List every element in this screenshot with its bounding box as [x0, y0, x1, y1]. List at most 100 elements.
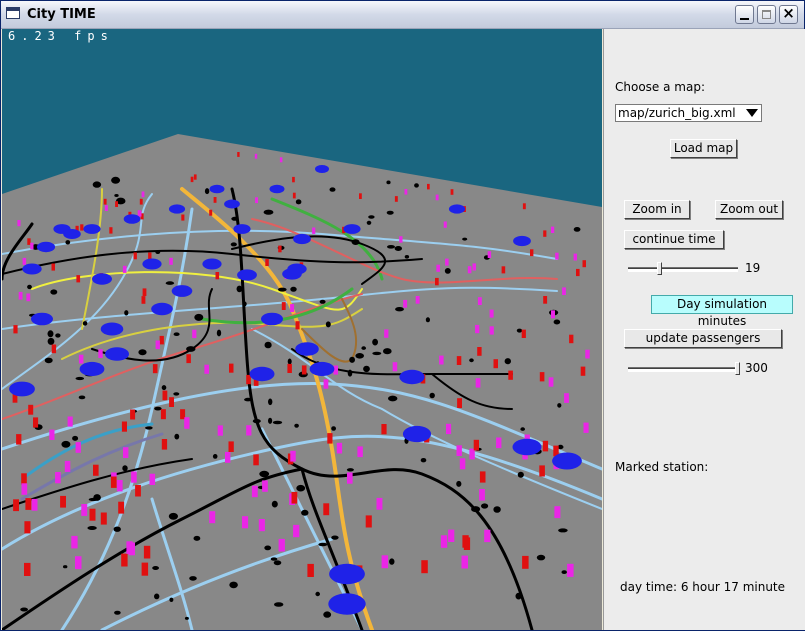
station-dot — [268, 417, 273, 424]
station-dot — [462, 237, 468, 241]
passenger-figure — [551, 310, 555, 319]
passenger-figure — [24, 521, 31, 534]
passenger-figure — [576, 268, 580, 277]
station-dot — [573, 227, 581, 232]
passenger-figure — [477, 297, 482, 305]
passenger-figure — [301, 365, 307, 375]
passenger-figure — [161, 439, 168, 450]
passenger-figure — [562, 287, 566, 295]
station-dot — [351, 239, 360, 246]
zoom-in-button[interactable]: Zoom in — [624, 200, 690, 219]
bus-vehicle — [261, 312, 283, 326]
passenger-figure — [582, 260, 586, 268]
passenger-figure — [138, 210, 142, 217]
maximize-icon — [762, 10, 771, 19]
passenger-figure — [104, 205, 108, 211]
station-dot — [72, 435, 79, 441]
bus-vehicle — [399, 369, 425, 385]
passenger-figure — [427, 183, 430, 190]
chevron-down-icon[interactable] — [746, 109, 758, 117]
bus-vehicle — [233, 224, 251, 234]
minimize-button[interactable] — [735, 5, 754, 24]
continue-time-button[interactable]: continue time — [624, 230, 724, 249]
title-bar[interactable]: City TIME × — [1, 1, 804, 29]
passenger-figure — [279, 157, 283, 163]
passenger-figure — [33, 417, 39, 428]
station-dot — [553, 319, 561, 325]
passenger-figure — [141, 191, 145, 198]
station-dot — [363, 365, 370, 373]
update-passengers-button[interactable]: update passengers — [624, 329, 782, 348]
station-dot — [65, 240, 71, 245]
passenger-figure — [209, 511, 216, 524]
load-map-button[interactable]: Load map — [670, 139, 737, 158]
station-dot — [504, 358, 511, 365]
close-button[interactable]: × — [779, 4, 798, 24]
passenger-figure — [539, 465, 545, 477]
bus-vehicle — [224, 199, 240, 209]
zoom-out-button[interactable]: Zoom out — [715, 200, 783, 219]
bus-vehicle — [22, 263, 42, 275]
station-dot — [78, 395, 86, 400]
station-dot — [50, 289, 58, 295]
fps-counter: 6.23 fps — [8, 29, 114, 43]
station-dot — [386, 210, 394, 215]
maximize-button[interactable] — [757, 5, 776, 24]
passenger-figure — [100, 512, 107, 525]
passenger-figure — [258, 519, 265, 532]
passenger-figure — [484, 529, 491, 543]
station-dot — [493, 506, 501, 513]
map-select[interactable]: map/zurich_big.xml — [615, 104, 762, 122]
time-speed-slider[interactable] — [628, 261, 740, 275]
station-dot — [111, 176, 121, 184]
station-dot — [274, 602, 284, 607]
bus-vehicle — [123, 214, 141, 224]
time-speed-value: 19 — [745, 261, 761, 275]
slider-track[interactable] — [628, 267, 738, 272]
station-dot — [165, 281, 175, 285]
passenger-figure — [28, 404, 34, 415]
station-dot — [395, 307, 404, 312]
passenger-figure — [75, 442, 81, 453]
bus-vehicle — [202, 258, 222, 270]
passenger-figure — [567, 563, 574, 577]
station-dot — [389, 558, 395, 565]
station-dot — [93, 494, 101, 501]
passenger-figure — [13, 499, 19, 512]
station-dot — [264, 545, 272, 551]
window-icon — [6, 7, 20, 19]
bus-vehicle — [9, 381, 35, 397]
passenger-figure — [251, 485, 258, 498]
bus-vehicle — [249, 366, 275, 382]
passenger-figure — [246, 425, 252, 436]
station-dot — [216, 329, 222, 337]
station-dot — [355, 353, 365, 359]
bus-vehicle — [237, 269, 257, 281]
bus-vehicle — [287, 263, 307, 275]
station-dot — [174, 433, 180, 440]
station-dot — [471, 506, 481, 513]
passenger-figure — [116, 480, 123, 492]
station-dot — [92, 181, 102, 188]
station-dot — [557, 403, 562, 408]
passenger-figure — [242, 516, 249, 529]
station-dot — [244, 397, 252, 402]
passenger-figure — [148, 252, 152, 260]
passenger-figure — [133, 252, 137, 260]
3d-map-viewport[interactable]: 6.23 fps — [2, 29, 602, 630]
passenger-figure — [118, 501, 125, 514]
station-dot — [536, 554, 546, 561]
passenger-figure — [27, 238, 31, 245]
city-map-scene[interactable] — [2, 29, 602, 630]
passenger-figure — [281, 302, 286, 310]
passenger-figure — [290, 450, 296, 462]
station-dot — [444, 268, 451, 274]
slider-thumb[interactable] — [735, 362, 740, 375]
slider-track[interactable] — [628, 367, 738, 372]
station-dot — [315, 591, 321, 597]
slider-thumb[interactable] — [657, 262, 662, 275]
station-dot — [404, 255, 410, 259]
passenger-figure — [548, 377, 554, 387]
simulation-minutes-slider[interactable] — [628, 361, 740, 375]
station-dot — [331, 535, 339, 540]
